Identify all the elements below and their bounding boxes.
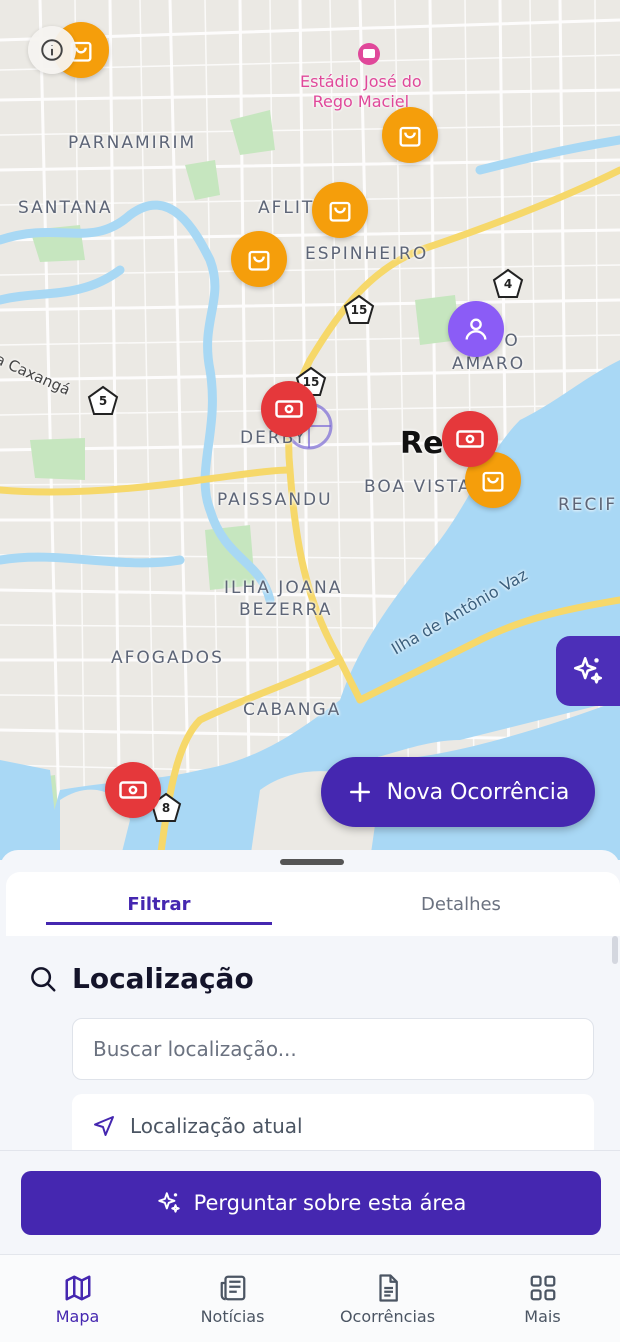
shopping-bag-icon: [329, 201, 351, 222]
area-label-santo-amaro: AMARO: [452, 354, 526, 374]
area-label-recife: RECIF: [558, 495, 618, 515]
area-label-ilha-joana: ILHA JOANA: [224, 578, 343, 598]
sheet-tabs: Filtrar Detalhes: [6, 872, 620, 936]
ai-assistant-button[interactable]: [556, 636, 620, 706]
tab-detalhes[interactable]: Detalhes: [348, 872, 574, 936]
nav-item-noticias[interactable]: Notícias: [155, 1255, 310, 1342]
map-marker-shopping[interactable]: [312, 182, 368, 238]
scrollbar[interactable]: [612, 936, 618, 964]
info-button[interactable]: [28, 26, 76, 74]
filter-sheet: Filtrar Detalhes Localização Localização…: [0, 850, 620, 1254]
sparkles-icon: [573, 656, 603, 684]
nav-item-mapa[interactable]: Mapa: [0, 1255, 155, 1342]
active-tab-indicator: [46, 922, 272, 925]
current-location-label: Localização atual: [130, 1114, 303, 1138]
route-shield: 5: [87, 385, 119, 417]
search-icon: [31, 966, 56, 991]
location-section-header: Localização: [28, 962, 254, 995]
map-base: [0, 0, 620, 860]
sparkles-icon: [157, 1192, 180, 1213]
location-search-input[interactable]: [72, 1018, 594, 1080]
shopping-bag-icon: [482, 471, 504, 492]
ask-about-area-button[interactable]: Perguntar sobre esta área: [21, 1171, 601, 1235]
nav-item-mais[interactable]: Mais: [465, 1255, 620, 1342]
area-label-paissandu: PAISSANDU: [217, 490, 333, 510]
current-location-option[interactable]: Localização atual: [72, 1094, 594, 1158]
sheet-drag-handle[interactable]: [280, 859, 344, 865]
document-icon: [378, 1273, 398, 1302]
newspaper-icon: [220, 1275, 245, 1300]
section-title: Localização: [72, 962, 254, 995]
nav-label: Notícias: [200, 1306, 265, 1326]
shopping-bag-icon: [399, 126, 421, 147]
ask-area-bar: Perguntar sobre esta área: [0, 1150, 620, 1254]
area-label-santana: SANTANA: [18, 198, 113, 218]
info-icon: [41, 39, 63, 61]
route-shield: 15: [343, 294, 375, 326]
nav-item-ocorrencias[interactable]: Ocorrências: [310, 1255, 465, 1342]
poi-label-stadium: Estádio José do Rego Maciel: [300, 72, 422, 111]
shopping-bag-icon: [248, 250, 270, 271]
nav-label: Mais: [524, 1306, 561, 1326]
bottom-navigation: Mapa Notícias Ocorrências Mais: [0, 1254, 620, 1342]
money-icon: [275, 400, 303, 418]
area-label-cabanga: CABANGA: [243, 700, 342, 720]
app-root: Estádio José do Rego Maciel PARNAMIRIM S…: [0, 0, 620, 1342]
map-view[interactable]: Estádio José do Rego Maciel PARNAMIRIM S…: [0, 0, 620, 860]
grid-icon: [530, 1275, 555, 1300]
nav-label: Mapa: [55, 1306, 100, 1326]
user-icon: [465, 318, 487, 340]
area-label-boa-vista: BOA VISTA: [364, 477, 472, 497]
map-marker-shopping[interactable]: [231, 231, 287, 287]
new-occurrence-button[interactable]: Nova Ocorrência: [321, 757, 595, 827]
new-occurrence-label: Nova Ocorrência: [386, 779, 570, 805]
money-icon: [119, 781, 147, 799]
plus-icon: [349, 782, 370, 802]
money-icon: [456, 430, 484, 448]
tab-filtrar[interactable]: Filtrar: [46, 872, 272, 936]
map-marker-money[interactable]: [105, 762, 161, 818]
map-marker-shopping[interactable]: [382, 107, 438, 163]
area-label-afogados: AFOGADOS: [111, 648, 224, 668]
route-shield: 4: [492, 268, 524, 300]
ask-about-area-label: Perguntar sobre esta área: [193, 1191, 467, 1215]
map-icon: [65, 1275, 90, 1300]
map-marker-money[interactable]: [442, 411, 498, 467]
area-label-parnamirim: PARNAMIRIM: [68, 133, 197, 153]
map-marker-user[interactable]: [448, 301, 504, 357]
map-marker-money[interactable]: [261, 381, 317, 437]
nav-label: Ocorrências: [339, 1306, 436, 1326]
area-label-espinheiro: ESPINHEIRO: [305, 244, 429, 264]
area-label-bezerra: BEZERRA: [239, 600, 333, 620]
navigation-arrow-icon: [94, 1116, 114, 1136]
area-label-aflitos: AFLIT: [258, 198, 315, 218]
